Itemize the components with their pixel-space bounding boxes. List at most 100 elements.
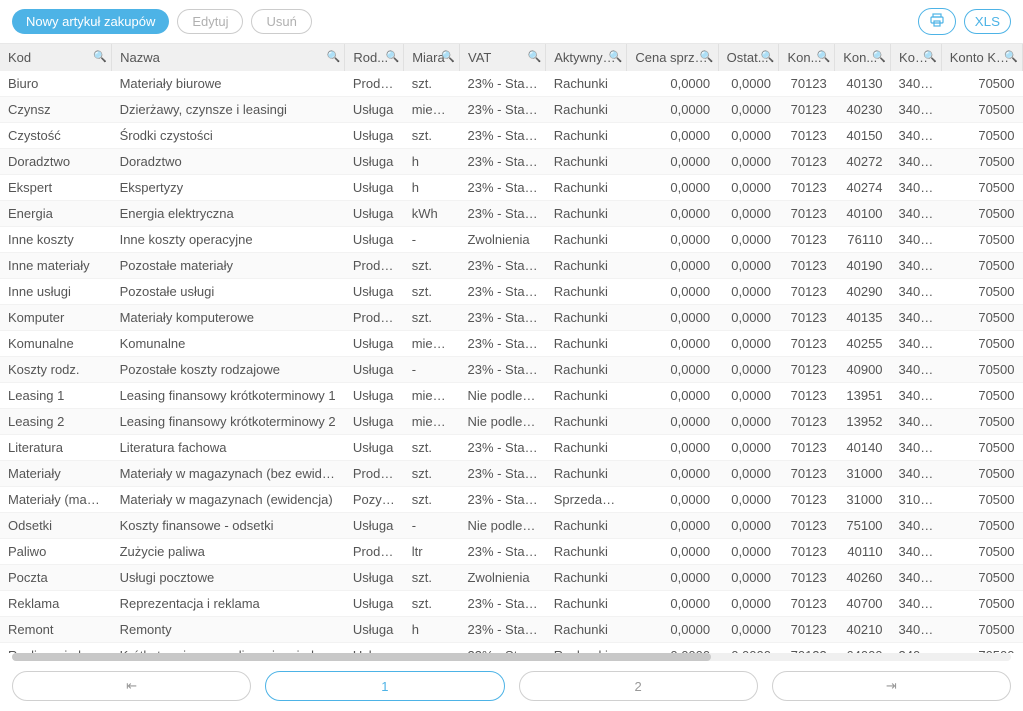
- cell-ostat: 0,0000: [718, 617, 779, 643]
- scrollbar-thumb[interactable]: [12, 653, 711, 661]
- col-kod[interactable]: Kod🔍: [0, 44, 112, 71]
- cell-ostat: 0,0000: [718, 435, 779, 461]
- search-icon[interactable]: 🔍: [327, 50, 341, 63]
- col-kon1[interactable]: Kon...🔍: [779, 44, 835, 71]
- table-row[interactable]: OdsetkiKoszty finansowe - odsetkiUsługa-…: [0, 513, 1023, 539]
- cell-kod2: 34000: [891, 565, 942, 591]
- search-icon[interactable]: 🔍: [817, 50, 831, 63]
- table-row[interactable]: Inne kosztyInne koszty operacyjneUsługa-…: [0, 227, 1023, 253]
- cell-nazwa: Krótkoterminowe rozliczenia międzyokr...: [112, 643, 345, 654]
- col-kod2[interactable]: Kod...🔍: [891, 44, 942, 71]
- table-row[interactable]: BiuroMateriały biuroweProduktszt.23% - S…: [0, 71, 1023, 97]
- cell-nazwa: Ekspertyzy: [112, 175, 345, 201]
- search-icon[interactable]: 🔍: [93, 50, 107, 63]
- col-kon2[interactable]: Kon...🔍: [835, 44, 891, 71]
- cell-rodzaj: Usługa: [345, 383, 404, 409]
- search-icon[interactable]: 🔍: [441, 50, 455, 63]
- cell-kod2: 34000: [891, 383, 942, 409]
- first-page-button[interactable]: ⇤: [12, 671, 251, 701]
- cell-aktywny: Rachunki: [546, 539, 627, 565]
- table-row[interactable]: CzynszDzierżawy, czynsze i leasingiUsług…: [0, 97, 1023, 123]
- cell-miara: szt.: [404, 123, 460, 149]
- col-rodzaj[interactable]: Rod...🔍: [345, 44, 404, 71]
- col-vat[interactable]: VAT🔍: [459, 44, 545, 71]
- search-icon[interactable]: 🔍: [700, 50, 714, 63]
- table-row[interactable]: Inne usługiPozostałe usługiUsługaszt.23%…: [0, 279, 1023, 305]
- table-row[interactable]: DoradztwoDoradztwoUsługah23% - Staw...Ra…: [0, 149, 1023, 175]
- table-row[interactable]: PocztaUsługi pocztoweUsługaszt.Zwolnieni…: [0, 565, 1023, 591]
- table-row[interactable]: Leasing 2Leasing finansowy krótkotermino…: [0, 409, 1023, 435]
- col-miara[interactable]: Miara🔍: [404, 44, 460, 71]
- cell-kod: Rozliczenia krótkie: [0, 643, 112, 654]
- cell-miara: miesiąc: [404, 97, 460, 123]
- table-row[interactable]: Koszty rodz.Pozostałe koszty rodzajoweUs…: [0, 357, 1023, 383]
- cell-nazwa: Reprezentacja i reklama: [112, 591, 345, 617]
- table-row[interactable]: Rozliczenia krótkieKrótkoterminowe rozli…: [0, 643, 1023, 654]
- search-icon[interactable]: 🔍: [609, 50, 623, 63]
- horizontal-scrollbar[interactable]: [12, 653, 1011, 661]
- cell-aktywny: Rachunki: [546, 227, 627, 253]
- page-1-button[interactable]: 1: [265, 671, 504, 701]
- table-row[interactable]: Inne materiałyPozostałe materiałyProdukt…: [0, 253, 1023, 279]
- table-row[interactable]: PaliwoZużycie paliwaProduktltr23% - Staw…: [0, 539, 1023, 565]
- cell-nazwa: Materiały w magazynach (ewidencja): [112, 487, 345, 513]
- search-icon[interactable]: 🔍: [872, 50, 886, 63]
- table-row[interactable]: KomputerMateriały komputeroweProduktszt.…: [0, 305, 1023, 331]
- cell-ostat: 0,0000: [718, 123, 779, 149]
- cell-miara: -: [404, 513, 460, 539]
- new-item-button[interactable]: Nowy artykuł zakupów: [12, 9, 169, 34]
- col-nazwa[interactable]: Nazwa🔍: [112, 44, 345, 71]
- table-row[interactable]: CzystośćŚrodki czystościUsługaszt.23% - …: [0, 123, 1023, 149]
- search-icon[interactable]: 🔍: [923, 50, 937, 63]
- cell-aktywny: Rachunki: [546, 409, 627, 435]
- col-cena[interactable]: Cena sprzed...🔍: [627, 44, 718, 71]
- last-page-button[interactable]: ⇥: [772, 671, 1011, 701]
- table-row[interactable]: ReklamaReprezentacja i reklamaUsługaszt.…: [0, 591, 1023, 617]
- cell-rodzaj: Produkt: [345, 71, 404, 97]
- cell-vat: Nie podlega...: [459, 383, 545, 409]
- cell-kod: Odsetki: [0, 513, 112, 539]
- cell-cena: 0,0000: [627, 227, 718, 253]
- cell-miara: -: [404, 357, 460, 383]
- search-icon[interactable]: 🔍: [1004, 50, 1018, 63]
- cell-cena: 0,0000: [627, 591, 718, 617]
- col-ostat[interactable]: Ostat...🔍: [718, 44, 779, 71]
- delete-button[interactable]: Usuń: [251, 9, 311, 34]
- col-aktywny[interactable]: Aktywny w...🔍: [546, 44, 627, 71]
- table-row[interactable]: LiteraturaLiteratura fachowaUsługaszt.23…: [0, 435, 1023, 461]
- edit-button[interactable]: Edytuj: [177, 9, 243, 34]
- cell-nazwa: Leasing finansowy krótkoterminowy 2: [112, 409, 345, 435]
- cell-aktywny: Rachunki: [546, 565, 627, 591]
- cell-kod: Paliwo: [0, 539, 112, 565]
- cell-kod2: 34000: [891, 435, 942, 461]
- table-row[interactable]: EkspertEkspertyzyUsługah23% - Staw...Rac…: [0, 175, 1023, 201]
- cell-rodzaj: Usługa: [345, 97, 404, 123]
- cell-nazwa: Materiały w magazynach (bez ewidencji): [112, 461, 345, 487]
- cell-cena: 0,0000: [627, 175, 718, 201]
- table-row[interactable]: MateriałyMateriały w magazynach (bez ewi…: [0, 461, 1023, 487]
- col-konto[interactable]: Konto Kos...🔍: [941, 44, 1022, 71]
- cell-miara: h: [404, 175, 460, 201]
- search-icon[interactable]: 🔍: [386, 50, 400, 63]
- cell-vat: 23% - Staw...: [459, 201, 545, 227]
- cell-vat: 23% - Staw...: [459, 487, 545, 513]
- search-icon[interactable]: 🔍: [528, 50, 542, 63]
- xls-button[interactable]: XLS: [964, 9, 1011, 34]
- cell-cena: 0,0000: [627, 357, 718, 383]
- page-2-button[interactable]: 2: [519, 671, 758, 701]
- table-row[interactable]: Materiały (magaz...Materiały w magazynac…: [0, 487, 1023, 513]
- table-scroll[interactable]: Kod🔍 Nazwa🔍 Rod...🔍 Miara🔍 VAT🔍 Aktywny …: [0, 43, 1023, 653]
- print-button[interactable]: [918, 8, 956, 35]
- cell-ostat: 0,0000: [718, 71, 779, 97]
- cell-kod2: 34000: [891, 71, 942, 97]
- search-icon[interactable]: 🔍: [761, 50, 775, 63]
- table-row[interactable]: RemontRemontyUsługah23% - Staw...Rachunk…: [0, 617, 1023, 643]
- table-row[interactable]: EnergiaEnergia elektrycznaUsługakWh23% -…: [0, 201, 1023, 227]
- table-row[interactable]: Leasing 1Leasing finansowy krótkotermino…: [0, 383, 1023, 409]
- cell-vat: 23% - Staw...: [459, 97, 545, 123]
- cell-kod: Poczta: [0, 565, 112, 591]
- cell-cena: 0,0000: [627, 617, 718, 643]
- cell-nazwa: Komunalne: [112, 331, 345, 357]
- table-row[interactable]: KomunalneKomunalneUsługamiesiąc23% - Sta…: [0, 331, 1023, 357]
- cell-nazwa: Doradztwo: [112, 149, 345, 175]
